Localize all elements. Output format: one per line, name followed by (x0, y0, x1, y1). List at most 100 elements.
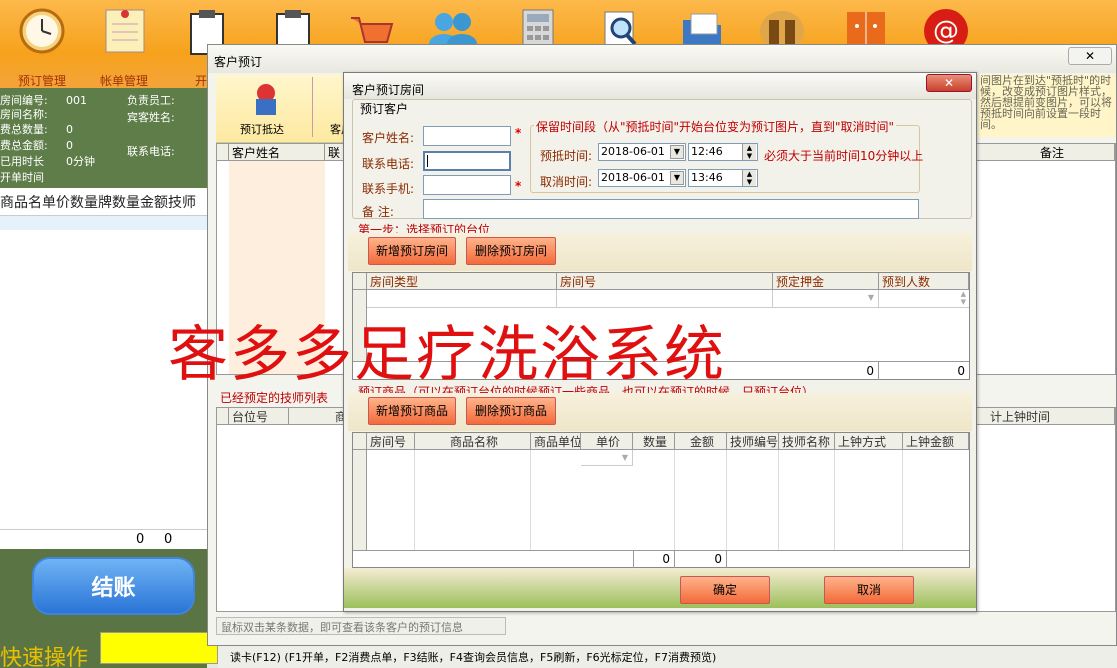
cancel-time-spinner[interactable]: 13:46 ▲ ▼ (688, 169, 758, 187)
col-clock-amount[interactable]: 上钟金额 (903, 433, 969, 450)
goods-grid: 房间号 商品名称 商品单位 单价 数量 金额 技师编号 技师名称 上钟方式 上钟… (352, 432, 970, 568)
ok-button[interactable]: 确定 (680, 576, 770, 604)
col-tech-name[interactable]: 技师名称 (779, 433, 835, 450)
col-people[interactable]: 预到人数 (879, 273, 969, 290)
technician-list-label: 已经预定的技师列表 (220, 391, 329, 405)
cancel-button[interactable]: 取消 (824, 576, 914, 604)
notepad-icon[interactable] (95, 6, 155, 56)
toolbar-label-open[interactable]: 开 (195, 72, 207, 89)
deposit-dropdown[interactable]: ▼ (773, 290, 879, 308)
grid-corner (353, 433, 367, 450)
staff-label: 负责员工: (127, 94, 175, 107)
col-goods-room-no[interactable]: 房间号 (367, 433, 415, 450)
toolbar-label-bill[interactable]: 帐单管理 (100, 72, 148, 89)
people-spinner[interactable]: ▲ ▼ (879, 290, 969, 308)
row-selector (353, 450, 367, 550)
guest-label: 宾客姓名: (127, 111, 175, 124)
col-goods[interactable]: 商品 (289, 408, 349, 425)
toolbar-label-reservation[interactable]: 预订管理 (18, 72, 66, 89)
product-sum-row: 0 0 (0, 529, 207, 549)
cancel-time-value: 13:46 (691, 171, 723, 184)
col-contact[interactable]: 联 (325, 144, 345, 161)
arrive-date-picker[interactable]: 2018-06-01 ▼ (598, 143, 686, 161)
col-tech-no[interactable]: 技师编号 (727, 433, 779, 450)
sum-value-a: 0 (136, 532, 145, 547)
col-goods-unit[interactable]: 商品单位 (531, 433, 581, 450)
col-table-no[interactable]: 台位号 (229, 408, 289, 425)
count-value: 0 (66, 123, 73, 136)
delete-goods-button[interactable]: 删除预订商品 (466, 397, 556, 425)
quick-operation-input[interactable] (100, 632, 218, 664)
col-room-type[interactable]: 房间类型 (367, 273, 557, 290)
price-dropdown[interactable]: ▼ (581, 450, 633, 466)
required-mark: * (515, 126, 522, 140)
col-clock-mode[interactable]: 上钟方式 (835, 433, 903, 450)
open-time-label: 开单时间 (0, 171, 44, 184)
room-no-cell[interactable] (557, 290, 773, 308)
reservation-arrive-button[interactable]: 预订抵达 (240, 121, 284, 137)
room-info-panel: 房间编号: 001 房间名称: 费总数量: 0 费总金额: 0 已用时长 0分钟… (0, 88, 207, 188)
room-no-value: 001 (66, 94, 87, 107)
cancel-date-value: 2018-06-01 (601, 171, 665, 184)
product-list-selected-row[interactable] (0, 216, 207, 230)
arrive-time-label: 预抵时间: (540, 149, 593, 163)
col-count-time[interactable]: 计上钟时间 (987, 408, 1115, 425)
col-deposit[interactable]: 预定押金 (773, 273, 879, 290)
add-room-button[interactable]: 新增预订房间 (368, 237, 456, 265)
required-mark-2: * (515, 179, 522, 193)
dropdown-arrow-icon[interactable]: ▼ (670, 171, 684, 185)
grid-line (902, 450, 903, 550)
col-goods-name[interactable]: 商品名称 (415, 433, 531, 450)
add-goods-button[interactable]: 新增预订商品 (368, 397, 456, 425)
amount-label: 费总金额: (0, 139, 48, 152)
dialog-title: 客户预订房间 (344, 73, 976, 99)
grid-line (674, 450, 675, 550)
cancel-date-picker[interactable]: 2018-06-01 ▼ (598, 169, 686, 187)
room-sum-deposit: 0 (773, 362, 879, 380)
col-goods-price[interactable]: 单价 (581, 433, 633, 450)
col-goods-amount[interactable]: 金额 (675, 433, 727, 450)
col-room-no[interactable]: 房间号 (557, 273, 773, 290)
grid-line (530, 450, 531, 550)
used-value: 0分钟 (66, 155, 95, 168)
goods-sum-amount: 0 (675, 551, 727, 568)
phone-label: 联系电话: (362, 157, 415, 171)
reservation-arrive-icon[interactable] (246, 81, 286, 117)
note-input[interactable] (423, 199, 919, 219)
goods-grid-header: 房间号 商品名称 商品单位 单价 数量 金额 技师编号 技师名称 上钟方式 上钟… (353, 433, 969, 450)
col-customer-name[interactable]: 客户姓名 (229, 144, 325, 161)
col-note[interactable]: 备注 (987, 144, 1115, 161)
room-type-cell[interactable] (367, 290, 557, 308)
goods-sum-qty: 0 (633, 551, 675, 568)
grid-line (778, 450, 779, 550)
status-bar: 读卡(F12) (F1开单，F2消费点单，F3结账，F4查询会员信息，F5刷新，… (218, 646, 1117, 668)
arrive-time-spinner[interactable]: 12:46 ▲ ▼ (688, 143, 758, 161)
mobile-input[interactable] (423, 175, 511, 195)
reservation-toolbar: 预订抵达 客户 (216, 75, 352, 143)
spinner-icon[interactable]: ▲ ▼ (742, 170, 756, 186)
goods-sum-row: 0 0 (353, 550, 969, 568)
grid-line (726, 450, 727, 550)
product-list-header: 商品名单价数量牌数量金额技师 (0, 188, 207, 216)
spinner-icon[interactable]: ▲ ▼ (742, 144, 756, 160)
grid-corner (217, 408, 229, 425)
delete-room-button[interactable]: 删除预订房间 (466, 237, 556, 265)
reservation-hint-note: 间图片在到达"预抵时"的时候，改变成预订图片样式，然后想提前变图片，可以将预抵时… (978, 75, 1116, 137)
grid-line (414, 450, 415, 550)
room-sum-people: 0 (957, 364, 965, 378)
close-button[interactable]: ✕ (1068, 47, 1112, 65)
customer-group-title: 预订客户 (358, 100, 411, 117)
room-no-label: 房间编号: (0, 94, 48, 107)
cancel-time-label: 取消时间: (540, 175, 593, 189)
mobile-label: 联系手机: (362, 182, 415, 196)
dialog-close-button[interactable]: ✕ (926, 74, 972, 92)
window-footer-hint: 鼠标双击某条数据，即可查看该条客户的预订信息 (216, 617, 506, 635)
col-goods-qty[interactable]: 数量 (633, 433, 675, 450)
settle-button[interactable]: 结账 (32, 557, 195, 615)
phone-input[interactable] (423, 151, 511, 171)
dropdown-arrow-icon[interactable]: ▼ (670, 145, 684, 159)
arrive-time-value: 12:46 (691, 145, 723, 158)
clock-icon[interactable] (12, 6, 72, 56)
name-input[interactable] (423, 126, 511, 146)
arrive-date-value: 2018-06-01 (601, 145, 665, 158)
